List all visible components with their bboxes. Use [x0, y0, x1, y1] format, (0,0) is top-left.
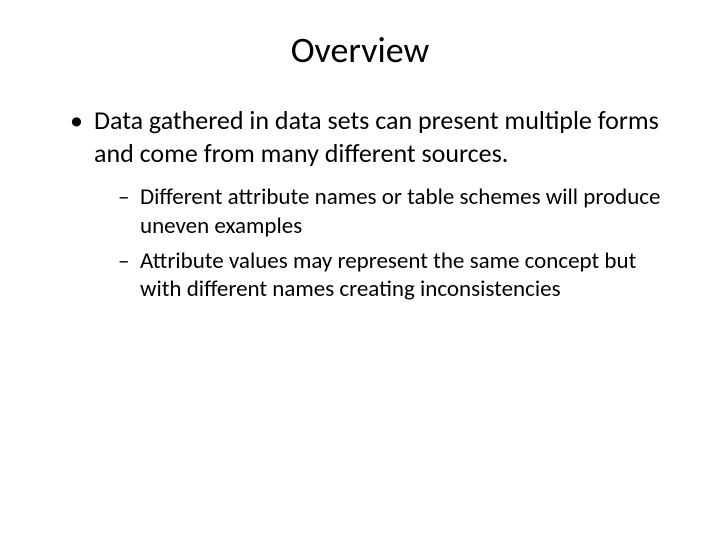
- slide: Overview Data gathered in data sets can …: [0, 0, 720, 540]
- bullet-text: Data gathered in data sets can present m…: [94, 104, 659, 169]
- list-item: Attribute values may represent the same …: [118, 247, 680, 305]
- bullet-list-level1: Data gathered in data sets can present m…: [40, 104, 680, 304]
- bullet-text: Different attribute names or table schem…: [140, 183, 660, 240]
- bullet-list-level2: Different attribute names or table schem…: [94, 183, 680, 304]
- bullet-text: Attribute values may represent the same …: [140, 247, 636, 304]
- list-item: Different attribute names or table schem…: [118, 183, 680, 241]
- list-item: Data gathered in data sets can present m…: [70, 104, 680, 304]
- slide-title: Overview: [40, 28, 680, 72]
